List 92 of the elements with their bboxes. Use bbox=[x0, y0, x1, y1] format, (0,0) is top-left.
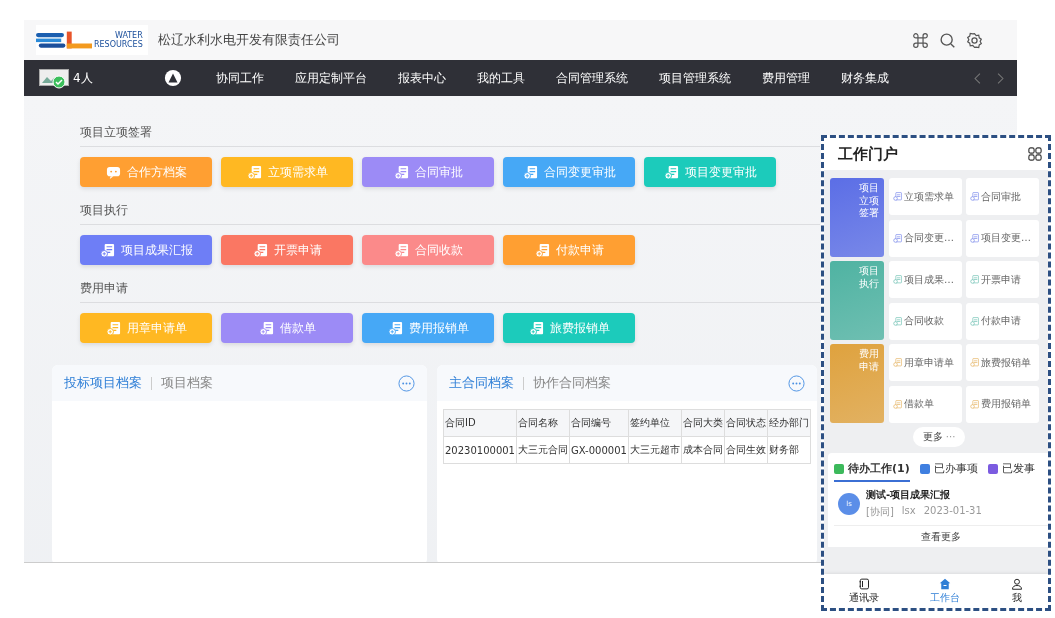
form-icon bbox=[970, 316, 979, 326]
nav-link[interactable]: 协同工作 bbox=[216, 69, 264, 87]
nav-link[interactable]: 项目管理系统 bbox=[659, 69, 731, 87]
nav-link[interactable]: 费用管理 bbox=[762, 69, 810, 87]
todo-tab[interactable]: 已发事 bbox=[987, 461, 1035, 482]
app-tile[interactable]: 项目成果… bbox=[889, 261, 962, 298]
form-icon bbox=[387, 320, 403, 336]
mobile-title: 工作门户 bbox=[838, 144, 898, 164]
search-icon[interactable] bbox=[939, 31, 956, 49]
nav-link[interactable]: 财务集成 bbox=[841, 69, 889, 87]
bottom-nav-item[interactable]: 通讯录 bbox=[849, 574, 880, 608]
form-icon bbox=[970, 399, 979, 409]
nav-link[interactable]: 报表中心 bbox=[398, 69, 446, 87]
table-cell: 大三元合同 bbox=[516, 436, 570, 464]
card-tab[interactable]: 项目档案 bbox=[161, 374, 213, 392]
todo-meta: 2023-01-31 bbox=[923, 505, 982, 518]
form-icon bbox=[258, 320, 274, 336]
table-cell: 成本合同 bbox=[681, 436, 725, 464]
todo-meta: lsx bbox=[901, 505, 916, 518]
form-icon bbox=[893, 275, 902, 284]
nav-link[interactable]: 我的工具 bbox=[477, 69, 525, 87]
home-icon bbox=[939, 577, 951, 590]
form-icon bbox=[893, 233, 902, 243]
column-header: 签约单位 bbox=[628, 409, 682, 437]
form-icon bbox=[534, 242, 550, 258]
bottom-nav-item[interactable]: 我 bbox=[1010, 574, 1023, 608]
grid-icon[interactable] bbox=[1028, 147, 1042, 161]
column-header: 合同ID bbox=[443, 409, 517, 437]
app-tile[interactable]: 付款申请 bbox=[966, 302, 1039, 340]
online-count: 4人 bbox=[73, 69, 93, 87]
more-button[interactable]: 更多 ··· bbox=[912, 427, 966, 447]
form-icon bbox=[893, 316, 902, 326]
table-cell: 合同生效 bbox=[724, 436, 768, 464]
section-title: 项目执行 bbox=[80, 202, 820, 225]
todo-meta: [协同] bbox=[866, 505, 894, 519]
contacts-icon bbox=[858, 577, 871, 590]
form-icon bbox=[893, 192, 902, 201]
form-icon bbox=[893, 399, 902, 409]
app-tile[interactable]: 合同审批 bbox=[966, 178, 1039, 215]
app-tile[interactable]: 项目变更… bbox=[966, 219, 1039, 257]
app-tile[interactable]: 用章申请单 bbox=[889, 344, 962, 381]
table-cell: 财务部 bbox=[767, 436, 811, 464]
form-icon bbox=[528, 320, 544, 336]
card-tab[interactable]: 投标项目档案 bbox=[64, 374, 142, 392]
form-icon bbox=[970, 192, 979, 201]
command-icon[interactable] bbox=[912, 31, 929, 49]
app-tile[interactable]: 开票申请 bbox=[966, 261, 1039, 298]
column-header: 合同大类 bbox=[681, 409, 725, 437]
form-icon bbox=[105, 320, 121, 336]
app-tile[interactable]: 费用报销单 bbox=[966, 385, 1039, 423]
shortcut-button[interactable]: 项目成果汇报 bbox=[80, 235, 212, 265]
logo-text: WATER RESOURCES bbox=[94, 31, 143, 49]
todo-title[interactable]: 测试-项目成果汇报 bbox=[866, 488, 982, 502]
column-header: 合同状态 bbox=[724, 409, 768, 437]
company-name: 松辽水利水电开发有限责任公司 bbox=[158, 31, 340, 49]
form-icon bbox=[970, 358, 979, 367]
nav-link[interactable]: 合同管理系统 bbox=[556, 69, 628, 87]
section-title: 项目立项签署 bbox=[80, 124, 820, 147]
column-header: 合同编号 bbox=[569, 409, 629, 437]
form-icon bbox=[970, 275, 979, 284]
todo-tab[interactable]: 已办事项 bbox=[919, 461, 978, 482]
card-tab[interactable]: 主合同档案 bbox=[449, 374, 514, 392]
section-title: 费用申请 bbox=[80, 280, 820, 303]
form-icon bbox=[393, 164, 409, 180]
bottom-nav-item[interactable]: 工作台 bbox=[930, 574, 960, 608]
form-icon bbox=[393, 242, 409, 258]
person-icon bbox=[1010, 577, 1023, 590]
form-icon bbox=[99, 242, 115, 258]
app-tile[interactable]: 合同变更… bbox=[889, 219, 962, 257]
column-header: 经办部门 bbox=[767, 409, 811, 437]
table-cell: 大三元超市 bbox=[628, 436, 682, 464]
table-cell: GX-000001 bbox=[569, 436, 629, 464]
form-icon bbox=[893, 358, 902, 367]
app-tile[interactable]: 借款单 bbox=[889, 385, 962, 423]
column-header: 合同名称 bbox=[516, 409, 570, 437]
nav-link[interactable]: 应用定制平台 bbox=[295, 69, 367, 87]
form-icon bbox=[252, 242, 268, 258]
app-tile[interactable]: 立项需求单 bbox=[889, 178, 962, 215]
triangle-logo-icon[interactable] bbox=[164, 69, 182, 87]
table-cell: 20230100001 bbox=[443, 436, 517, 464]
todo-tab[interactable]: 待办工作(1) bbox=[834, 461, 910, 482]
form-icon bbox=[522, 164, 538, 180]
app-tile[interactable]: 旅费报销单 bbox=[966, 344, 1039, 381]
chat-icon bbox=[105, 164, 121, 180]
see-more-link[interactable]: 查看更多 bbox=[834, 525, 1048, 547]
form-icon bbox=[663, 164, 679, 180]
form-icon bbox=[970, 233, 979, 243]
category-tile[interactable]: 项目立项签署 bbox=[830, 178, 884, 257]
card-tab[interactable]: 协作合同档案 bbox=[533, 374, 611, 392]
settings-icon[interactable] bbox=[966, 31, 983, 49]
app-tile[interactable]: 合同收款 bbox=[889, 302, 962, 340]
form-icon bbox=[246, 164, 262, 180]
